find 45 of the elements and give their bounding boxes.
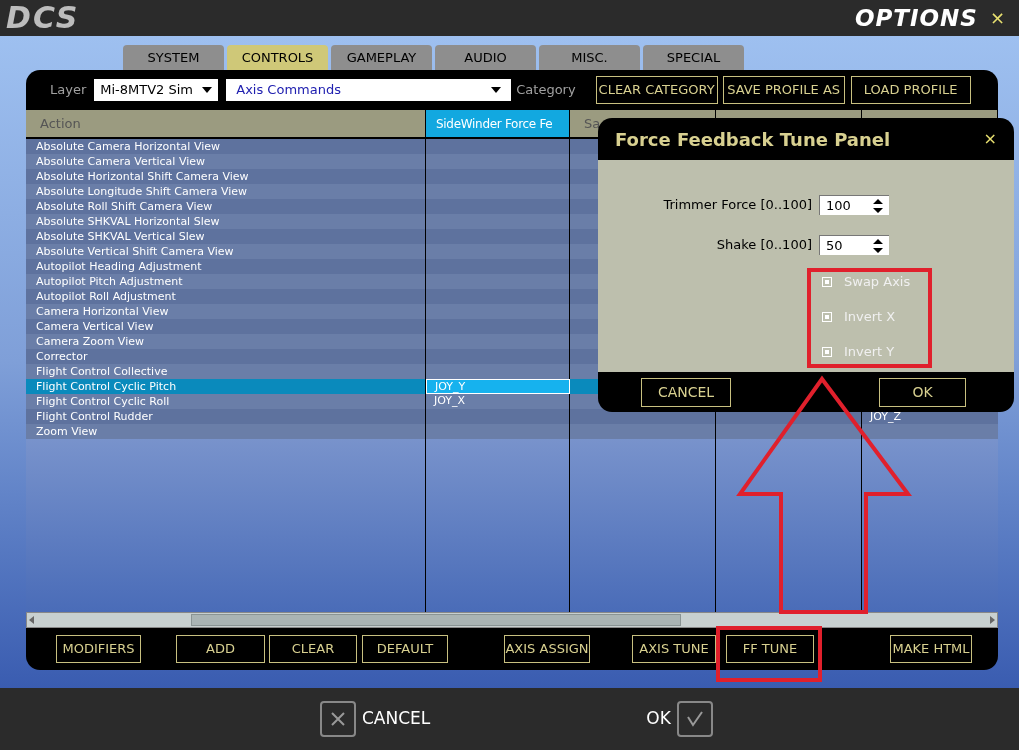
- close-icon: [320, 701, 356, 737]
- layer-dropdown[interactable]: Mi-8MTV2 Sim: [94, 79, 219, 101]
- caret-icon: [491, 87, 502, 93]
- tab[interactable]: AUDIO: [435, 45, 536, 70]
- check-icon: [676, 701, 713, 737]
- right-arrow-icon: [990, 616, 995, 624]
- number-spinner[interactable]: 100: [819, 195, 889, 215]
- toolbar-button[interactable]: CLEAR CATEGORY: [595, 76, 718, 104]
- cancel-button[interactable]: CANCEL: [320, 701, 431, 737]
- action-button[interactable]: MODIFIERS: [56, 635, 141, 663]
- number-spinner[interactable]: 50: [819, 235, 889, 255]
- action-button[interactable]: CLEAR: [269, 635, 357, 663]
- action-button[interactable]: MAKE HTML: [890, 635, 972, 663]
- dcs-logo: DCS: [6, 3, 80, 33]
- horizontal-scrollbar[interactable]: [26, 612, 998, 628]
- action-button[interactable]: ADD: [176, 635, 265, 663]
- scrollbar-thumb[interactable]: [191, 614, 681, 626]
- tab[interactable]: MISC.: [539, 45, 640, 70]
- spinner-label: Trimmer Force [0..100]: [662, 196, 812, 215]
- tab[interactable]: GAMEPLAY: [331, 45, 432, 70]
- up-down-arrows-icon: [873, 198, 883, 213]
- action-button[interactable]: AXIS ASSIGN: [504, 635, 590, 663]
- caret-icon: [202, 87, 213, 93]
- tab[interactable]: SPECIAL: [643, 45, 744, 70]
- action-cell: Zoom View: [26, 424, 426, 439]
- toolbar-button[interactable]: LOAD PROFILE: [850, 76, 971, 104]
- action-button[interactable]: FF TUNE: [726, 635, 814, 663]
- tab[interactable]: SYSTEM: [123, 45, 224, 70]
- binding-cell: JOY_Y: [426, 379, 570, 394]
- binding-cell-text: JOY_Z: [868, 409, 903, 424]
- toolbar-button[interactable]: SAVE PROFILE AS: [722, 76, 845, 104]
- dialog-button[interactable]: OK: [879, 377, 966, 407]
- up-down-arrows-icon: [873, 238, 883, 253]
- layer-label: Layer: [50, 81, 87, 100]
- left-arrow-icon: [29, 616, 34, 624]
- table-row[interactable]: Zoom View: [26, 424, 998, 439]
- tab[interactable]: CONTROLS: [227, 45, 328, 70]
- category-label: Category: [516, 81, 576, 100]
- dialog-button[interactable]: CANCEL: [641, 377, 731, 407]
- action-button[interactable]: DEFAULT: [362, 635, 448, 663]
- action-button[interactable]: AXIS TUNE: [632, 635, 716, 663]
- ok-button[interactable]: OK: [646, 701, 713, 737]
- category-dropdown[interactable]: Axis Commands: [226, 79, 512, 101]
- close-button[interactable]: ×: [989, 9, 1005, 27]
- window-title: OPTIONS: [854, 3, 978, 33]
